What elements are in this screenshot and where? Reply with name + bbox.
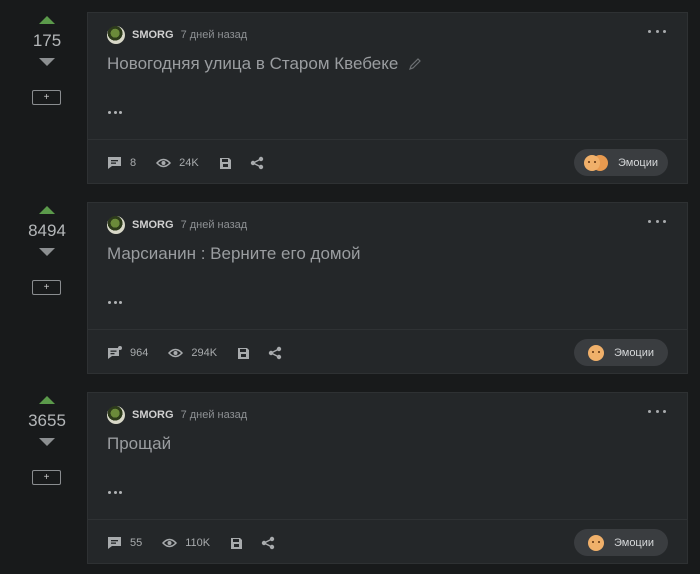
author-name[interactable]: SMORG [132, 409, 174, 421]
downvote-icon[interactable] [39, 58, 55, 66]
save-button[interactable] [219, 157, 232, 170]
views-count: 24K [179, 157, 199, 169]
save-icon [219, 157, 231, 169]
emotions-button[interactable]: Эмоции [574, 149, 668, 176]
expand-ellipsis-icon[interactable] [108, 301, 122, 305]
share-button[interactable] [261, 536, 275, 550]
emotions-label: Эмоции [617, 156, 659, 169]
post-time: 7 дней назад [180, 219, 248, 231]
post-title-text[interactable]: Новогодняя улица в Старом Квебеке [107, 53, 398, 75]
downvote-icon[interactable] [39, 248, 55, 256]
post: 8494 + SMORG 7 дней назад Марсианин : Ве… [0, 202, 700, 384]
post-header: SMORG 7 дней назад [107, 25, 247, 45]
post-time: 7 дней назад [180, 409, 248, 421]
comments-stat[interactable]: 55 [107, 536, 142, 550]
emotions-button[interactable]: Эмоции [574, 529, 668, 556]
avatar[interactable] [107, 26, 125, 44]
views-stat: 110K [162, 537, 210, 549]
views-count: 294K [191, 347, 218, 359]
avatar[interactable] [107, 406, 125, 424]
more-options-icon[interactable] [648, 213, 666, 229]
views-count: 110K [185, 537, 211, 549]
post-card: SMORG 7 дней назад Новогодняя улица в Ст… [87, 12, 688, 184]
post-header: SMORG 7 дней назад [107, 215, 247, 235]
pencil-icon[interactable] [408, 57, 422, 71]
share-icon [268, 346, 282, 360]
save-button[interactable] [237, 347, 250, 360]
share-icon [261, 536, 275, 550]
emoji-icon [587, 534, 604, 551]
save-button[interactable] [230, 537, 243, 550]
views-stat: 294K [168, 347, 217, 359]
divider [88, 329, 687, 330]
eye-icon [162, 538, 178, 548]
upvote-icon[interactable] [39, 206, 55, 214]
save-icon [238, 347, 250, 359]
eye-icon [168, 348, 184, 358]
comments-count: 55 [130, 537, 143, 549]
divider [88, 139, 687, 140]
share-icon [250, 156, 263, 170]
post: 175 + SMORG 7 дней назад Новогодняя улиц… [0, 12, 700, 194]
comment-icon [108, 157, 121, 169]
comments-stat[interactable]: 964 [107, 346, 148, 360]
post-footer: 964 294K [107, 339, 300, 367]
save-icon [231, 537, 243, 549]
upvote-icon[interactable] [39, 16, 55, 24]
post-footer: 55 110K [107, 529, 293, 557]
double-emoji-icon [583, 154, 600, 171]
emoji-icon [587, 344, 604, 361]
post-header: SMORG 7 дней назад [107, 405, 247, 425]
comment-icon [108, 537, 121, 549]
author-name[interactable]: SMORG [132, 219, 174, 231]
comments-stat[interactable]: 8 [107, 156, 136, 170]
add-button[interactable]: + [32, 470, 61, 485]
emotions-label: Эмоции [613, 536, 655, 549]
eye-icon [156, 158, 172, 168]
downvote-icon[interactable] [39, 438, 55, 446]
more-options-icon[interactable] [648, 23, 666, 39]
score: 175 [32, 31, 62, 50]
post-card: SMORG 7 дней назад Марсианин : Верните е… [87, 202, 688, 374]
post-time: 7 дней назад [180, 29, 248, 41]
post: 3655 + SMORG 7 дней назад Прощай 55 110K… [0, 392, 700, 574]
vote-panel: 3655 + [10, 392, 84, 574]
author-name[interactable]: SMORG [132, 29, 174, 41]
vote-panel: 175 + [10, 12, 84, 194]
add-button[interactable]: + [32, 280, 61, 295]
comments-count: 964 [130, 347, 149, 359]
post-title[interactable]: Новогодняя улица в Старом Квебеке [107, 53, 422, 75]
comment-new-icon [108, 346, 122, 359]
post-title[interactable]: Прощай [107, 433, 171, 455]
emotions-button[interactable]: Эмоции [574, 339, 668, 366]
upvote-icon[interactable] [39, 396, 55, 404]
expand-ellipsis-icon[interactable] [108, 491, 122, 495]
post-card: SMORG 7 дней назад Прощай 55 110K Эмоции [87, 392, 688, 564]
vote-panel: 8494 + [10, 202, 84, 384]
views-stat: 24K [156, 157, 199, 169]
share-button[interactable] [250, 156, 264, 170]
share-button[interactable] [268, 346, 282, 360]
score: 8494 [28, 221, 66, 240]
score: 3655 [28, 411, 66, 430]
comments-count: 8 [130, 157, 137, 169]
more-options-icon[interactable] [648, 403, 666, 419]
post-title-text[interactable]: Марсианин : Верните его домой [107, 243, 361, 265]
emotions-label: Эмоции [613, 346, 655, 359]
divider [88, 519, 687, 520]
post-title-text[interactable]: Прощай [107, 433, 171, 455]
avatar[interactable] [107, 216, 125, 234]
post-footer: 8 24K [107, 149, 282, 177]
add-button[interactable]: + [32, 90, 61, 105]
post-title[interactable]: Марсианин : Верните его домой [107, 243, 361, 265]
expand-ellipsis-icon[interactable] [108, 111, 122, 115]
